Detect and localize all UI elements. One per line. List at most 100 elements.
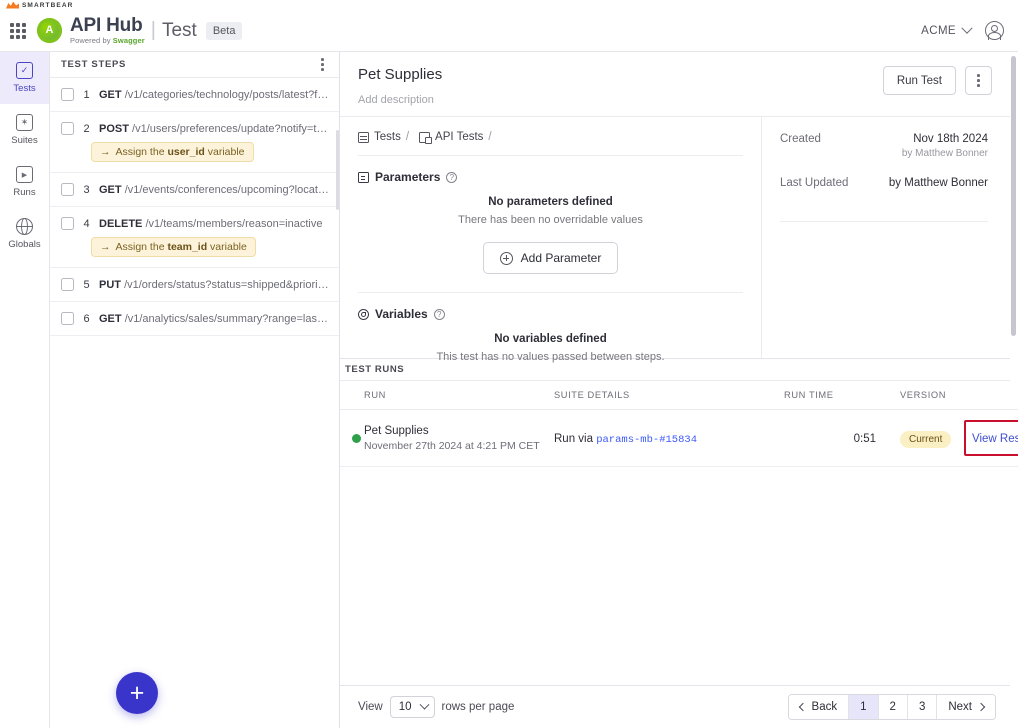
run-test-button[interactable]: Run Test — [882, 66, 956, 95]
pagination-next-button[interactable]: Next — [937, 695, 995, 719]
runs-icon-glyph: ▶ — [21, 171, 28, 179]
row-action-cell: View Results — [964, 409, 1018, 467]
step-checkbox[interactable] — [61, 278, 74, 291]
last-updated-label: Last Updated — [780, 177, 849, 189]
step-number: 3 — [83, 183, 90, 196]
kebab-menu-icon[interactable] — [316, 54, 329, 74]
add-parameter-label: Add Parameter — [520, 251, 602, 265]
step-number: 1 — [83, 88, 90, 101]
breadcrumb: Tests / API Tests / — [358, 131, 743, 156]
view-results-highlight[interactable]: View Results — [964, 420, 1018, 456]
step-checkbox[interactable] — [61, 217, 74, 230]
sidebar-item-suites[interactable]: ✶ Suites — [0, 104, 49, 156]
step-request: GET /v1/categories/technology/posts/late… — [99, 89, 329, 101]
run-time-value: 0:51 — [853, 433, 876, 445]
test-step-row[interactable]: 4 DELETE /v1/teams/members/reason=inacti… — [50, 207, 339, 268]
step-number: 5 — [83, 278, 90, 291]
meta-row-created: Created Nov 18th 2024 by Matthew Bonner — [780, 133, 988, 159]
app-name: Test — [161, 19, 197, 41]
sidebar-item-tests[interactable]: ✓ Tests — [0, 52, 49, 104]
globals-globe-icon — [16, 218, 33, 235]
test-step-row[interactable]: 3 GET /v1/events/conferences/upcoming?lo… — [50, 173, 339, 207]
steps-scrollbar[interactable] — [336, 130, 339, 210]
smartbear-mark-icon — [6, 1, 19, 9]
rows-per-page-value: 10 — [398, 701, 412, 713]
assign-variable-badge[interactable]: → Assign the user_id variable — [91, 142, 254, 162]
details-split: Tests / API Tests / Parameters ? No para… — [340, 117, 1010, 363]
tests-icon-glyph: ✓ — [20, 65, 29, 75]
test-step-row[interactable]: 6 GET /v1/analytics/sales/summary?range=… — [50, 302, 339, 336]
col-suite-details: SUITE DETAILS — [554, 381, 784, 410]
rows-per-page-select[interactable]: 10 — [389, 696, 435, 718]
add-description-field[interactable]: Add description — [358, 94, 442, 106]
assign-variable-badge[interactable]: → Assign the team_id variable — [91, 237, 256, 257]
test-step-line: 3 GET /v1/events/conferences/upcoming?lo… — [61, 183, 329, 196]
brand-block[interactable]: A API Hub Powered by Swagger — [37, 16, 145, 45]
pagination-back-button[interactable]: Back — [788, 695, 850, 719]
test-step-row[interactable]: 1 GET /v1/categories/technology/posts/la… — [50, 78, 339, 112]
row-status-cell — [340, 409, 364, 467]
pagination-page-2[interactable]: 2 — [878, 695, 908, 719]
variables-icon — [358, 308, 369, 320]
step-method: POST — [99, 122, 129, 135]
test-step-row[interactable]: 2 POST /v1/users/preferences/update?noti… — [50, 112, 339, 173]
step-checkbox[interactable] — [61, 88, 74, 101]
breadcrumb-item-api-tests[interactable]: API Tests — [435, 131, 483, 143]
test-steps-title: TEST STEPS — [61, 59, 127, 70]
step-number: 4 — [83, 217, 90, 230]
app-root: SMARTBEAR A API Hub Powered by Swagger |… — [0, 0, 1018, 728]
sidebar-item-globals[interactable]: Globals — [0, 208, 49, 260]
step-checkbox[interactable] — [61, 183, 74, 196]
created-value: Nov 18th 2024 — [913, 133, 988, 145]
variables-section-header: Variables ? — [358, 307, 743, 321]
powered-by-line: Powered by Swagger — [70, 37, 145, 45]
step-path: /v1/users/preferences/update?notify=true… — [132, 122, 329, 135]
breadcrumb-item-tests[interactable]: Tests — [374, 131, 401, 143]
pagination-page-1[interactable]: 1 — [849, 695, 879, 719]
col-run-time: RUN TIME — [784, 381, 876, 410]
col-run: RUN — [364, 381, 554, 410]
assign-text: Assign the team_id variable — [115, 241, 247, 253]
view-results-link[interactable]: View Results — [972, 433, 1018, 445]
sidebar-item-label: Globals — [8, 239, 41, 250]
pagination-back-label: Back — [811, 701, 838, 713]
add-parameter-button[interactable]: Add Parameter — [482, 242, 619, 274]
table-row[interactable]: Pet Supplies November 27th 2024 at 4:21 … — [340, 409, 1018, 467]
test-step-line: 5 PUT /v1/orders/status?status=shipped&p… — [61, 278, 329, 291]
top-header: A API Hub Powered by Swagger | Test Beta… — [0, 10, 1018, 52]
step-path: /v1/teams/members/reason=inactive — [145, 217, 323, 230]
status-badge: Current — [900, 430, 952, 448]
assign-text: Assign the user_id variable — [115, 146, 245, 158]
pagination: Back 1 2 3 Next — [787, 694, 996, 720]
smartbear-wordmark: SMARTBEAR — [22, 1, 74, 9]
help-circle-icon[interactable]: ? — [446, 171, 458, 183]
step-method: GET — [99, 183, 122, 196]
test-runs-table: RUN SUITE DETAILS RUN TIME VERSION Pet S… — [340, 381, 1018, 467]
pagination-page-3[interactable]: 3 — [907, 695, 938, 719]
suites-icon-glyph: ✶ — [20, 117, 29, 127]
more-options-button[interactable] — [965, 66, 992, 95]
user-account-icon[interactable] — [985, 21, 1004, 40]
green-status-dot — [352, 433, 361, 443]
test-steps-panel: TEST STEPS 1 GET /v1/categories/technolo… — [50, 52, 340, 728]
parameters-empty-state: No parameters defined There has been no … — [358, 184, 743, 274]
details-left: Tests / API Tests / Parameters ? No para… — [340, 117, 762, 363]
brand-divider: | — [150, 19, 156, 41]
org-selector[interactable]: ACME — [921, 22, 973, 37]
help-circle-icon[interactable]: ? — [433, 308, 445, 320]
step-method: GET — [99, 312, 122, 325]
add-step-fab-button[interactable]: + — [116, 672, 158, 714]
test-step-row[interactable]: 5 PUT /v1/orders/status?status=shipped&p… — [50, 268, 339, 302]
step-checkbox[interactable] — [61, 122, 74, 135]
page-title: Pet Supplies — [358, 66, 443, 83]
main-scrollbar[interactable] — [1011, 56, 1016, 336]
product-title: API Hub — [70, 15, 143, 37]
suite-link[interactable]: params-mb-#15834 — [596, 434, 697, 446]
sidebar-item-label: Suites — [11, 135, 38, 146]
variables-empty-subtitle: This test has no values passed between s… — [436, 351, 665, 363]
grid-apps-icon[interactable] — [9, 22, 27, 40]
step-path: /v1/categories/technology/posts/latest?f… — [124, 88, 329, 101]
sidebar-item-runs[interactable]: ▶ Runs — [0, 156, 49, 208]
main-header-text: Pet Supplies Add description — [358, 66, 442, 106]
step-checkbox[interactable] — [61, 312, 74, 325]
